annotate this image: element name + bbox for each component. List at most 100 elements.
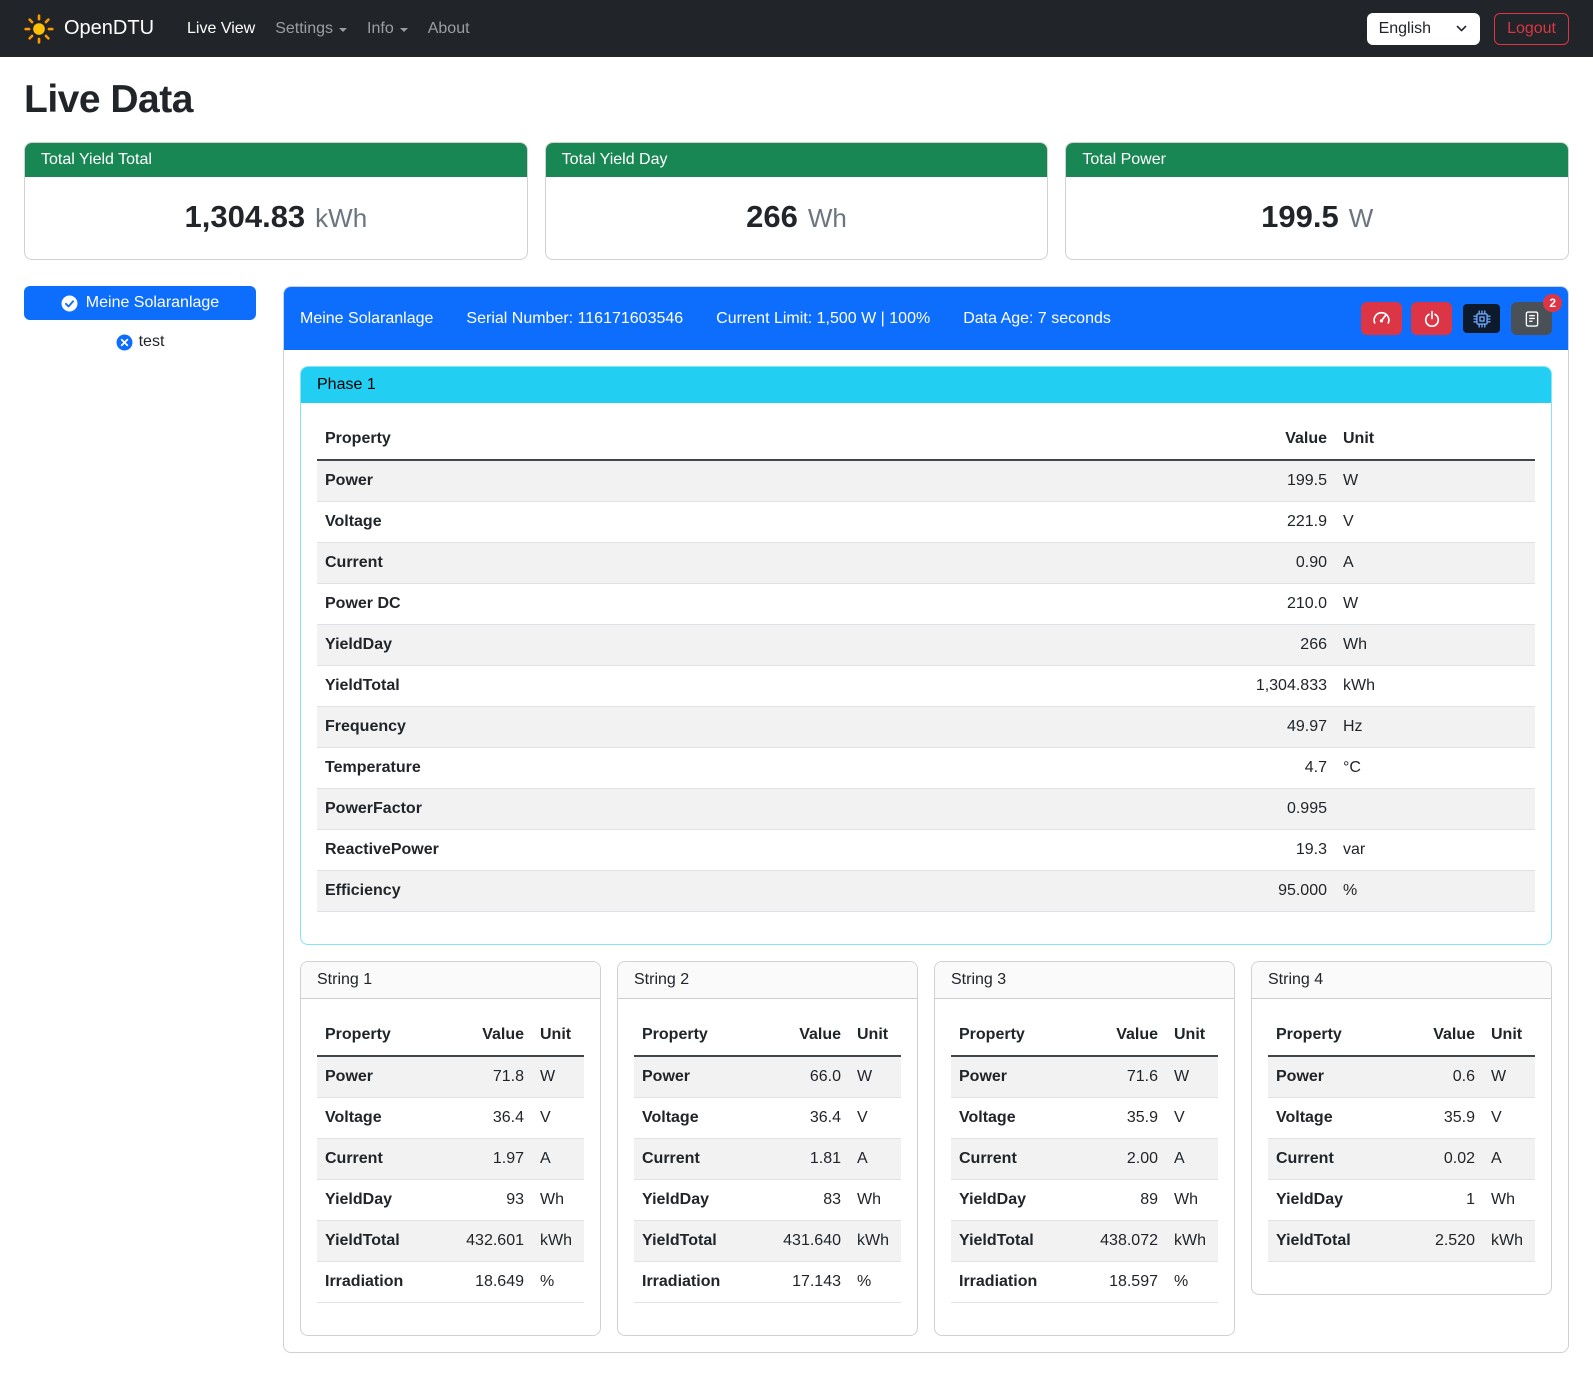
col-property: Property [634, 1015, 773, 1056]
property-cell: Power [951, 1056, 1090, 1098]
chevron-down-icon [400, 28, 408, 32]
property-cell: Frequency [317, 707, 1185, 748]
unit-cell: var [1335, 830, 1535, 871]
table-row: YieldDay83Wh [634, 1180, 901, 1221]
unit-cell: Wh [1483, 1180, 1535, 1221]
table-row: YieldDay89Wh [951, 1180, 1218, 1221]
inverter-select-meine-solaranlage[interactable]: Meine Solaranlage [24, 286, 256, 320]
summary-card-value: 266 [746, 199, 798, 235]
value-cell: 18.649 [456, 1262, 532, 1303]
value-cell: 0.02 [1407, 1139, 1483, 1180]
chevron-down-icon [1455, 22, 1468, 35]
value-cell: 71.6 [1090, 1056, 1166, 1098]
string-card-3: String 3 Property Value Unit [934, 961, 1235, 1336]
table-header-row: Property Value Unit [1268, 1015, 1535, 1056]
col-property: Property [317, 1015, 456, 1056]
table-row: Temperature4.7°C [317, 748, 1535, 789]
table-row: Irradiation18.649% [317, 1262, 584, 1303]
table-row: Current1.81A [634, 1139, 901, 1180]
nav-info-label: Info [367, 20, 394, 38]
inverter-panel: Meine Solaranlage Serial Number: 1161716… [283, 286, 1569, 1353]
table-row: Irradiation17.143% [634, 1262, 901, 1303]
string-table: Property Value Unit Power71.8W Voltage36… [317, 1015, 584, 1303]
property-cell: ReactivePower [317, 830, 1185, 871]
string-card-2: String 2 Property Value Unit [617, 961, 918, 1336]
property-cell: YieldTotal [317, 666, 1185, 707]
value-cell: 4.7 [1185, 748, 1335, 789]
table-row: Power71.8W [317, 1056, 584, 1098]
limit-settings-button[interactable] [1361, 302, 1402, 335]
inverter-select-test[interactable]: test [24, 327, 256, 357]
value-cell: 35.9 [1090, 1098, 1166, 1139]
value-cell: 2.520 [1407, 1221, 1483, 1262]
brand-link[interactable]: OpenDTU [24, 14, 154, 44]
journal-text-icon [1523, 310, 1541, 328]
value-cell: 0.90 [1185, 543, 1335, 584]
current-limit: Current Limit: 1,500 W | 100% [716, 310, 930, 328]
inverter-label: test [139, 333, 165, 351]
summary-card-title: Total Yield Total [25, 143, 527, 177]
col-value: Value [1407, 1015, 1483, 1056]
nav-live-view[interactable]: Live View [178, 12, 264, 46]
main-content: Live Data Total Yield Total 1,304.83 kWh… [0, 78, 1593, 1382]
table-row: Voltage36.4V [317, 1098, 584, 1139]
inverter-label: Meine Solaranlage [86, 294, 219, 312]
property-cell: Power [317, 460, 1185, 502]
table-row: Current0.02A [1268, 1139, 1535, 1180]
value-cell: 1 [1407, 1180, 1483, 1221]
unit-cell: A [849, 1139, 901, 1180]
value-cell: 18.597 [1090, 1262, 1166, 1303]
string-title: String 4 [1252, 962, 1551, 999]
power-button[interactable] [1411, 302, 1452, 335]
unit-cell: W [849, 1056, 901, 1098]
event-log-button[interactable]: 2 [1511, 302, 1552, 335]
property-cell: Current [317, 543, 1185, 584]
nav-settings[interactable]: Settings [266, 12, 356, 46]
unit-cell: W [1483, 1056, 1535, 1098]
inverter-info-button[interactable] [1461, 302, 1502, 335]
unit-cell: kWh [1483, 1221, 1535, 1262]
string-title: String 3 [935, 962, 1234, 999]
inverter-name: Meine Solaranlage [300, 310, 433, 328]
value-cell: 36.4 [773, 1098, 849, 1139]
unit-cell: A [1335, 543, 1535, 584]
table-row: PowerFactor0.995 [317, 789, 1535, 830]
event-count-badge: 2 [1543, 294, 1562, 312]
property-cell: Current [1268, 1139, 1407, 1180]
serial-number: Serial Number: 116171603546 [466, 310, 683, 328]
nav-settings-label: Settings [275, 20, 333, 38]
value-cell: 95.000 [1185, 871, 1335, 912]
phase-table: Property Value Unit Power199.5W Voltage2… [317, 419, 1535, 912]
col-unit: Unit [849, 1015, 901, 1056]
col-unit: Unit [1335, 419, 1535, 460]
col-value: Value [1185, 419, 1335, 460]
summary-card-unit: kWh [315, 203, 367, 234]
string-table: Property Value Unit Power71.6W Voltage35… [951, 1015, 1218, 1303]
property-cell: YieldDay [1268, 1180, 1407, 1221]
table-row: Power199.5W [317, 460, 1535, 502]
cpu-icon [1473, 310, 1491, 328]
summary-card-title: Total Yield Day [546, 143, 1048, 177]
x-circle-icon [116, 334, 133, 351]
summary-card-value: 1,304.83 [185, 199, 306, 235]
phase-title: Phase 1 [301, 367, 1551, 403]
table-row: Voltage221.9V [317, 502, 1535, 543]
nav-info[interactable]: Info [358, 12, 417, 46]
summary-card-unit: Wh [808, 203, 847, 234]
value-cell: 49.97 [1185, 707, 1335, 748]
nav-about[interactable]: About [419, 12, 479, 46]
table-row: Voltage35.9V [951, 1098, 1218, 1139]
col-value: Value [456, 1015, 532, 1056]
language-select[interactable]: English [1367, 13, 1480, 45]
property-cell: YieldDay [951, 1180, 1090, 1221]
property-cell: Power [317, 1056, 456, 1098]
summary-card-total-yield-day: Total Yield Day 266 Wh [545, 142, 1049, 260]
language-selected-label: English [1379, 20, 1431, 38]
logout-button[interactable]: Logout [1494, 13, 1569, 45]
property-cell: Voltage [951, 1098, 1090, 1139]
inverter-panel-header: Meine Solaranlage Serial Number: 1161716… [284, 287, 1568, 350]
brand-title: OpenDTU [64, 17, 154, 40]
property-cell: YieldTotal [317, 1221, 456, 1262]
unit-cell: W [1335, 584, 1535, 625]
summary-card-total-yield-total: Total Yield Total 1,304.83 kWh [24, 142, 528, 260]
